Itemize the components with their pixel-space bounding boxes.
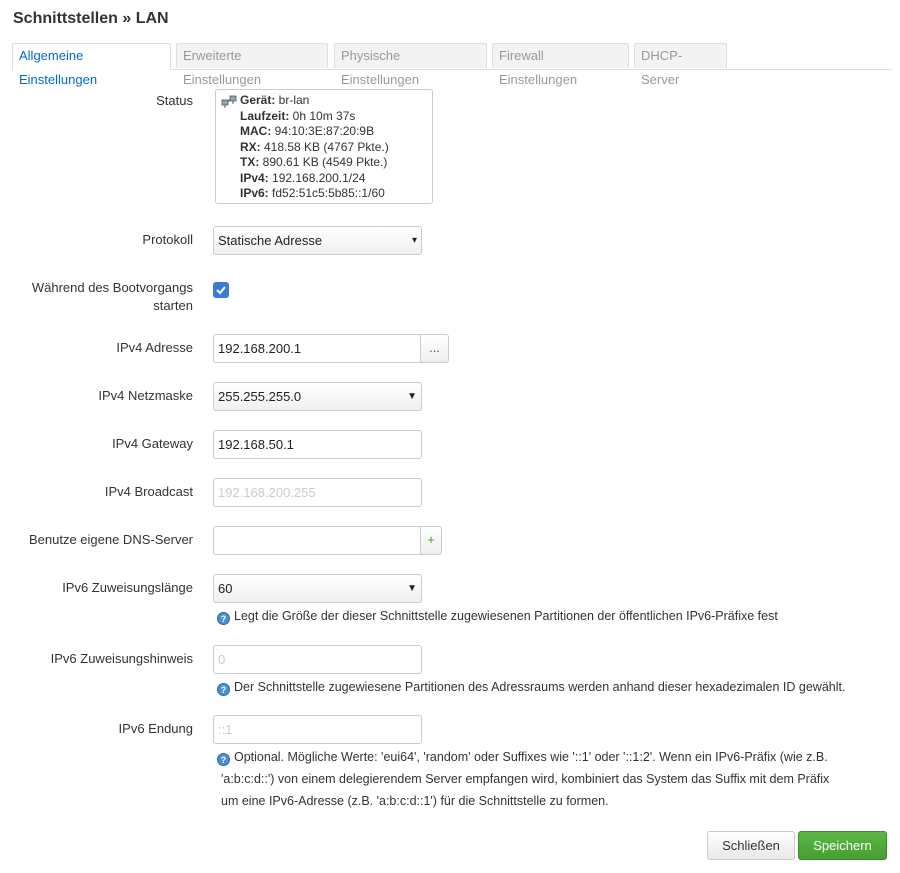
status-line: RX: 418.58 KB (4767 Pkte.) — [240, 140, 432, 156]
status-line: Gerät: br-lan — [240, 93, 432, 109]
tab-physical[interactable]: Physische Einstellungen — [334, 43, 487, 87]
protocol-value: Statische Adresse — [218, 233, 323, 248]
network-bridge-icon — [221, 95, 237, 109]
status-line: Laufzeit: 0h 10m 37s — [240, 109, 432, 125]
tab-general[interactable]: Allgemeine Einstellungen — [12, 43, 171, 87]
ipv4-netmask-label: IPv4 Netzmaske — [98, 388, 193, 403]
chevron-down-icon: ▾ — [411, 235, 417, 246]
status-line: TX: 890.61 KB (4549 Pkte.) — [240, 155, 432, 171]
ipv4-broadcast-label: IPv4 Broadcast — [104, 484, 193, 499]
tab-dhcp[interactable]: DHCP-Server — [634, 43, 727, 87]
ipv6-suffix-help: ? Optional. Mögliche Werte: 'eui64', 'ran… — [217, 746, 877, 812]
status-key: RX: — [240, 139, 261, 154]
tab-advanced[interactable]: Erweiterte Einstellungen — [176, 43, 328, 87]
status-key: IPv4: — [240, 170, 269, 185]
help-icon: ? — [217, 753, 230, 766]
checkmark-icon — [216, 286, 226, 295]
boot-checkbox[interactable] — [213, 282, 229, 298]
status-lines: Gerät: br-lan Laufzeit: 0h 10m 37s MAC: 94… — [240, 93, 432, 202]
ipv6-hint-input[interactable]: 0 — [213, 645, 422, 674]
ipv6-suffix-input[interactable]: ::1 — [213, 715, 422, 744]
status-value: 94:10:3E:87:20:9B — [271, 124, 375, 138]
status-value: br-lan — [275, 93, 310, 107]
ipv4-address-input[interactable]: 192.168.200.1 — [213, 334, 421, 363]
ipv6-hint-help: ? Der Schnittstelle zugewiesene Partition… — [217, 676, 845, 698]
status-key: TX: — [240, 155, 260, 169]
status-key: IPv6: — [240, 186, 269, 200]
ipv6-suffix-label: IPv6 Endung — [118, 721, 193, 736]
status-key: Gerät: — [240, 93, 276, 107]
save-button[interactable]: Speichern — [798, 831, 887, 860]
dns-label: Benutze eigene DNS-Server — [28, 532, 193, 547]
tab-firewall[interactable]: Firewall Einstellungen — [492, 43, 629, 87]
ipv4-netmask-value: 255.255.255.0 — [218, 389, 302, 404]
chevron-down-icon: ▼ — [407, 583, 417, 594]
close-button[interactable]: Schließen — [707, 831, 795, 860]
page-title: Schnittstellen » LAN — [13, 10, 169, 27]
status-value: 418.58 KB (4767 Pkte.) — [260, 139, 389, 154]
help-icon: ? — [217, 612, 230, 625]
ipv6-hint-label: IPv6 Zuweisungshinweis — [50, 651, 193, 666]
dns-input[interactable] — [213, 526, 421, 555]
chevron-down-icon: ▼ — [407, 391, 417, 402]
status-key: Laufzeit: — [240, 108, 290, 123]
ipv6-length-select[interactable]: 60 ▼ — [213, 574, 422, 603]
ipv6-length-label: IPv6 Zuweisungslänge — [62, 580, 193, 595]
status-label: Status — [156, 93, 193, 108]
tab-bar: Allgemeine Einstellungen Erweiterte Eins… — [12, 43, 892, 87]
ipv4-address-more-button[interactable]: ... — [420, 334, 449, 363]
status-key: MAC: — [240, 124, 272, 138]
dns-add-button[interactable]: + — [420, 526, 442, 555]
status-value: fd52:51c5:5b85::1/60 — [268, 186, 385, 200]
status-value: 0h 10m 37s — [289, 108, 356, 123]
ipv4-gateway-label: IPv4 Gateway — [112, 436, 193, 451]
status-value: 192.168.200.1/24 — [268, 170, 366, 185]
protocol-select[interactable]: Statische Adresse ▾ — [213, 226, 422, 255]
status-line: MAC: 94:10:3E:87:20:9B — [240, 124, 432, 140]
help-icon: ? — [217, 683, 230, 696]
status-box: Gerät: br-lan Laufzeit: 0h 10m 37s MAC: 94… — [215, 89, 433, 204]
status-line: IPv6: fd52:51c5:5b85::1/60 — [240, 186, 432, 202]
ipv4-broadcast-input[interactable]: 192.168.200.255 — [213, 478, 422, 507]
status-value: 890.61 KB (4549 Pkte.) — [259, 155, 388, 169]
ipv6-length-value: 60 — [218, 581, 233, 596]
boot-label: Während des Bootvorgangs starten — [31, 280, 193, 313]
status-line: IPv4: 192.168.200.1/24 — [240, 171, 432, 187]
ipv4-address-label: IPv4 Adresse — [116, 340, 193, 355]
protocol-label: Protokoll — [142, 232, 193, 247]
ipv4-gateway-input[interactable]: 192.168.50.1 — [213, 430, 422, 459]
ipv4-netmask-select[interactable]: 255.255.255.0 ▼ — [213, 382, 422, 411]
ipv6-length-help: ? Legt die Größe der dieser Schnittstelle… — [217, 605, 778, 627]
